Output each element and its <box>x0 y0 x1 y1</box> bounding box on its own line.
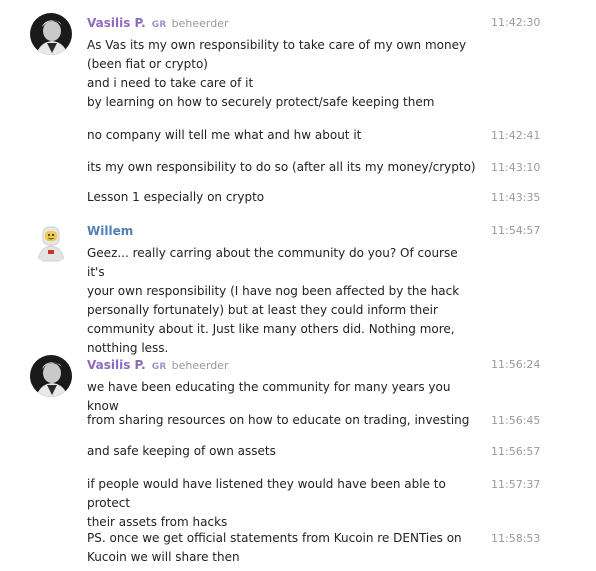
message-timestamp: 11:42:41 <box>491 129 541 142</box>
message-text: no company will tell me what and hw abou… <box>87 128 362 142</box>
avatar-photo-icon <box>30 355 72 397</box>
sender-tag: GR <box>151 362 167 372</box>
message-timestamp: 11:56:45 <box>491 414 541 427</box>
message-text: Lesson 1 especially on crypto <box>87 190 265 204</box>
message-text: its my own responsibility to do so (afte… <box>87 160 476 174</box>
message-timestamp: 11:57:37 <box>491 478 541 491</box>
avatar[interactable] <box>30 355 72 397</box>
message-text: As Vas its my own responsibility to take… <box>87 38 467 109</box>
message-timestamp: 11:43:10 <box>491 161 541 174</box>
message-text: and safe keeping of own assets <box>87 444 276 458</box>
lego-astronaut-avatar-icon <box>30 221 72 263</box>
sender-role: beheerder <box>171 17 229 30</box>
message-timestamp: 11:56:24 <box>491 358 541 371</box>
sender-name-text: Willem <box>87 224 134 238</box>
message-text: PS. once we get official statements from… <box>87 531 462 564</box>
sender-name[interactable]: Willem <box>87 223 133 239</box>
message-timestamp: 11:56:57 <box>491 445 541 458</box>
chat-history: Vasilis P. GR beheerder 11:42:30 As Vas it… <box>0 0 596 571</box>
avatar[interactable] <box>30 221 72 263</box>
avatar[interactable] <box>30 13 72 55</box>
avatar-photo-icon <box>30 13 72 55</box>
sender-name[interactable]: Vasilis P. GR beheerder <box>87 357 228 375</box>
message-timestamp: 11:43:35 <box>491 191 541 204</box>
message-timestamp: 11:54:57 <box>491 224 541 237</box>
sender-name-text: Vasilis P. <box>87 358 146 372</box>
message-text: Geez... really carring about the communi… <box>87 246 460 355</box>
sender-name[interactable]: Vasilis P. GR beheerder <box>87 15 228 33</box>
sender-name-text: Vasilis P. <box>87 16 146 30</box>
message-text: if people would have listened they would… <box>87 477 446 529</box>
message-timestamp: 11:58:53 <box>491 532 541 545</box>
message-timestamp: 11:42:30 <box>491 16 541 29</box>
sender-tag: GR <box>151 20 167 30</box>
message-text: from sharing resources on how to educate… <box>87 413 470 427</box>
sender-role: beheerder <box>171 359 229 372</box>
